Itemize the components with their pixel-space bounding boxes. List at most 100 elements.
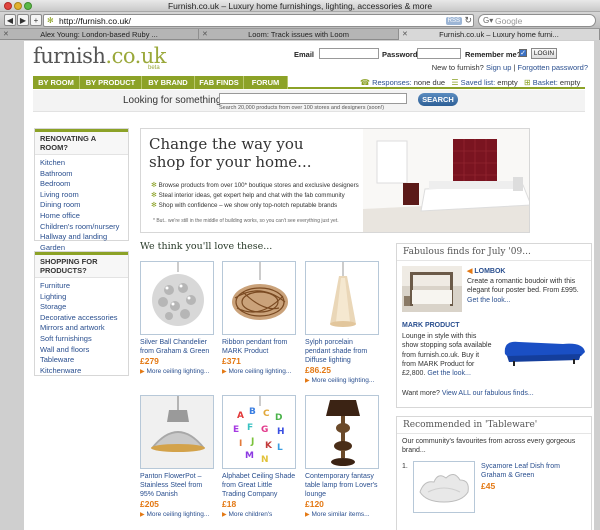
nav-by-brand[interactable]: BY BRAND (142, 76, 195, 89)
more-link[interactable]: ▶ More ceiling lighting... (305, 376, 380, 386)
recommended-product-image[interactable] (413, 461, 475, 513)
browser-tab[interactable]: ✕ Alex Young: London-based Ruby ... (0, 29, 199, 40)
product-card[interactable]: Ribbon pendant from MARK Product £371 ▶ … (222, 261, 297, 377)
browser-search-field[interactable]: G▾ Google (478, 14, 596, 27)
sofa-photo[interactable] (501, 332, 587, 368)
arrow-icon: ▶ (222, 369, 227, 375)
product-category-link[interactable]: Soft furnishings (40, 334, 128, 345)
more-link[interactable]: ▶ More ceiling lighting... (140, 367, 215, 377)
product-category-link[interactable]: Lighting (40, 292, 128, 303)
more-link[interactable]: ▶ More similar items... (305, 510, 380, 520)
recommended-rank: 1. (402, 463, 408, 470)
view-all-finds-link[interactable]: View ALL our fabulous finds... (442, 390, 534, 397)
product-image[interactable] (222, 261, 296, 335)
signup-link[interactable]: Sign up (486, 63, 511, 72)
address-bar[interactable]: ✻ http://furnish.co.uk/ RSS ↻ (43, 14, 474, 27)
svg-text:H: H (277, 427, 285, 437)
browser-tab[interactable]: ✕ Loom: Track issues with Loom (199, 29, 399, 40)
product-name[interactable]: Panton FlowerPot – Stainless Steel from … (140, 472, 215, 499)
product-price: £18 (222, 499, 237, 509)
search-input[interactable] (219, 93, 407, 104)
fab-find-text: Create a romantic boudoir with this eleg… (467, 278, 579, 304)
hero-footnote: * But.. we're still in the middle of bui… (153, 218, 339, 224)
search-button[interactable]: SEARCH (418, 93, 458, 106)
product-name[interactable]: Ribbon pendant from MARK Product (222, 338, 297, 356)
remember-me-checkbox[interactable]: ✓ (519, 49, 527, 57)
product-card[interactable]: Contemporary fantasy table lamp from Lov… (305, 395, 380, 520)
nav-by-product[interactable]: BY PRODUCT (80, 76, 142, 89)
more-link[interactable]: ▶ More ceiling lighting... (140, 510, 215, 520)
product-image[interactable] (305, 261, 379, 335)
nav-by-room[interactable]: BY ROOM (33, 76, 80, 89)
nav-fab-finds[interactable]: FAB FINDS (195, 76, 244, 89)
product-category-link[interactable]: Furniture (40, 281, 128, 292)
product-price: £86.25 (305, 365, 331, 375)
hero-banner[interactable]: Change the way you shop for your home... … (140, 128, 530, 233)
hero-title: Change the way you shop for your home... (149, 135, 312, 171)
recommended-product-name[interactable]: Sycamore Leaf Dish from Graham & Green (481, 462, 581, 481)
renovating-box: RENOVATING A ROOM? Kitchen Bathroom Bedr… (34, 128, 129, 252)
fab-find-brand[interactable]: MARK PRODUCT (402, 322, 460, 329)
nav-forum[interactable]: FORUM (244, 76, 288, 89)
password-input[interactable] (417, 48, 461, 59)
product-category-link[interactable]: Tableware (40, 355, 128, 366)
product-category-link[interactable]: Mirrors and artwork (40, 323, 128, 334)
room-link[interactable]: Hallway and landing (40, 232, 128, 243)
basket-link[interactable]: Basket: (533, 78, 558, 87)
browser-tab-active[interactable]: ✕ Furnish.co.uk – Luxury home furni... (399, 29, 600, 40)
more-link[interactable]: ▶ More children's (222, 510, 297, 520)
search-engine-icon[interactable]: G▾ (483, 16, 493, 25)
product-card[interactable]: ABCD EFGH IJ KL MN Alphabet Ceiling Shade fr… (222, 395, 297, 520)
room-link[interactable]: Bedroom (40, 179, 128, 190)
product-name[interactable]: Silver Ball Chandelier from Graham & Gre… (140, 338, 215, 356)
product-name[interactable]: Alphabet Ceiling Shade from Great Little… (222, 472, 297, 499)
get-the-look-link[interactable]: Get the look... (467, 297, 511, 304)
window-titlebar: Furnish.co.uk – Luxury home furnishings,… (0, 0, 600, 12)
responses-link[interactable]: Responses: (372, 78, 412, 87)
site-logo[interactable]: furnish.co.uk (33, 44, 167, 68)
rss-icon[interactable]: RSS (445, 17, 462, 25)
product-card[interactable]: Panton FlowerPot – Stainless Steel from … (140, 395, 215, 520)
reload-icon[interactable]: ↻ (464, 15, 472, 26)
product-name[interactable]: Sylph porcelain pendant shade from Diffu… (305, 338, 380, 365)
product-category-link[interactable]: Storage (40, 302, 128, 313)
get-the-look-link[interactable]: Get the look... (427, 370, 471, 377)
product-name[interactable]: Contemporary fantasy table lamp from Lov… (305, 472, 380, 499)
room-link[interactable]: Home office (40, 211, 128, 222)
add-bookmark-button[interactable]: + (30, 14, 42, 26)
product-image[interactable] (305, 395, 379, 469)
svg-text:A: A (237, 411, 244, 421)
room-link[interactable]: Bathroom (40, 169, 128, 180)
product-price: £371 (222, 356, 241, 366)
room-link[interactable]: Living room (40, 190, 128, 201)
product-card[interactable]: Sylph porcelain pendant shade from Diffu… (305, 261, 380, 386)
product-price: £279 (140, 356, 159, 366)
four-poster-bed-photo[interactable] (402, 266, 462, 312)
product-category-link[interactable]: Wall and floors (40, 345, 128, 356)
forward-button[interactable]: ▶ (17, 14, 29, 26)
close-tab-icon[interactable]: ✕ (402, 29, 408, 40)
email-input[interactable] (319, 48, 379, 59)
room-link[interactable]: Kitchen (40, 158, 128, 169)
web-page: furnish.co.uk beta Email Password Rememb… (24, 41, 594, 530)
back-button[interactable]: ◀ (4, 14, 16, 26)
svg-text:J: J (250, 437, 254, 447)
arrow-icon: ▶ (305, 378, 310, 384)
saved-list-link[interactable]: Saved list: (461, 78, 496, 87)
room-link[interactable]: Children's room/nursery (40, 222, 128, 233)
product-image[interactable]: ABCD EFGH IJ KL MN (222, 395, 296, 469)
hero-bullet: ✻ Steal interior ideas, get expert help … (151, 192, 345, 199)
product-category-link[interactable]: Kitchenware (40, 366, 128, 377)
close-tab-icon[interactable]: ✕ (3, 29, 9, 40)
product-category-link[interactable]: Decorative accessories (40, 313, 128, 324)
product-image[interactable] (140, 395, 214, 469)
list-icon: ☰ (451, 78, 459, 87)
product-image[interactable] (140, 261, 214, 335)
forgotten-password-link[interactable]: Forgotten password? (518, 63, 588, 72)
more-link[interactable]: ▶ More ceiling lighting... (222, 367, 297, 377)
room-link[interactable]: Dining room (40, 200, 128, 211)
product-card[interactable]: Silver Ball Chandelier from Graham & Gre… (140, 261, 215, 377)
login-button[interactable]: LOGIN (531, 48, 557, 59)
fab-find-brand[interactable]: ◀ LOMBOK (467, 267, 505, 275)
close-tab-icon[interactable]: ✕ (202, 29, 208, 40)
